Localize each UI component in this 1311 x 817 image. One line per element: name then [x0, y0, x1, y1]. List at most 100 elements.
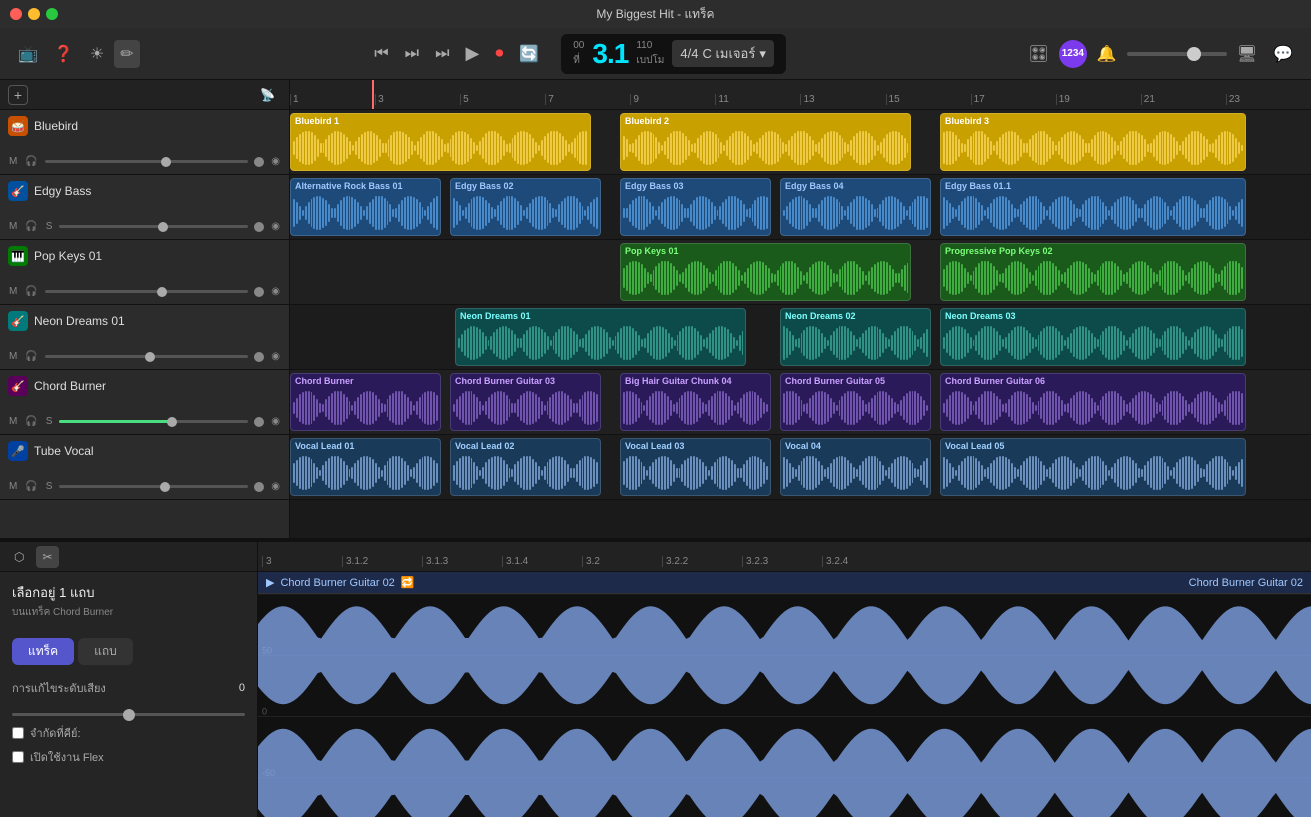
pan-btn-chord-burner[interactable]: ◉	[270, 415, 281, 428]
pencil-button[interactable]: ✏	[114, 40, 139, 68]
bell-button[interactable]: 🔔	[1091, 40, 1123, 68]
track-row-chord-burner[interactable]: Chord BurnerChord Burner Guitar 03 Big Ha…	[290, 370, 1311, 435]
pan-knob-edgy-bass[interactable]	[254, 222, 264, 232]
headphone-icon-edgy-bass[interactable]: 🎧	[24, 220, 38, 233]
flex-key-checkbox[interactable]	[12, 727, 24, 739]
pan-btn-neon-dreams[interactable]: ◉	[270, 350, 281, 363]
clip[interactable]: Chord Burner	[290, 373, 441, 431]
solo-button-tube-vocal[interactable]: S	[45, 480, 54, 493]
clip[interactable]: Edgy Bass 04	[780, 178, 931, 236]
track-row-neon-dreams[interactable]: Neon Dreams 01 Neon Dreams 02Neon Dreams …	[290, 305, 1311, 370]
clip[interactable]: Alternative Rock Bass 01	[290, 178, 441, 236]
clip[interactable]: Vocal Lead 03	[620, 438, 771, 496]
ruler-mark: 15	[886, 94, 971, 105]
headphone-icon-pop-keys[interactable]: 🎧	[24, 285, 38, 298]
maximize-button[interactable]	[46, 8, 58, 20]
volume-slider-pop-keys[interactable]	[45, 290, 248, 293]
clip[interactable]: Neon Dreams 02	[780, 308, 931, 366]
master-volume-slider[interactable]	[1127, 52, 1227, 56]
play-button[interactable]: ▶	[459, 39, 485, 68]
pan-knob-chord-burner[interactable]	[254, 417, 264, 427]
track-row-edgy-bass[interactable]: Alternative Rock Bass 01Edgy Bass 02 Edgy…	[290, 175, 1311, 240]
add-track-button[interactable]: +	[8, 85, 28, 105]
tracks-content[interactable]: Bluebird 1Bluebird 2Bluebird 3Alternativ…	[290, 110, 1311, 526]
fast-forward-button[interactable]: ⏭	[399, 41, 425, 67]
gain-value: 0	[239, 682, 245, 694]
waveform-display: ▶ Chord Burner Guitar 02 🔁 Chord Burner …	[258, 572, 1311, 817]
pan-btn-tube-vocal[interactable]: ◉	[270, 480, 281, 493]
solo-button-edgy-bass[interactable]: S	[45, 220, 54, 233]
cycle-button[interactable]: 🔄	[513, 40, 545, 68]
clip[interactable]: Vocal Lead 05	[940, 438, 1246, 496]
pan-knob-neon-dreams[interactable]	[254, 352, 264, 362]
mute-button-pop-keys[interactable]: M	[8, 285, 18, 298]
pan-btn-edgy-bass[interactable]: ◉	[270, 220, 281, 233]
time-signature[interactable]: 4/4 C เมเจอร์ ▾	[672, 40, 773, 67]
headphone-icon-tube-vocal[interactable]: 🎧	[24, 480, 38, 493]
tracks-toolbar: + 📡	[0, 80, 289, 110]
pan-btn-bluebird[interactable]: ◉	[270, 155, 281, 168]
solo-button-chord-burner[interactable]: S	[45, 415, 54, 428]
clip[interactable]: Chord Burner Guitar 03	[450, 373, 601, 431]
mute-button-edgy-bass[interactable]: M	[8, 220, 18, 233]
smart-controls-button[interactable]: 📡	[254, 84, 281, 106]
minimize-button[interactable]	[28, 8, 40, 20]
monitor-button[interactable]: 📺	[12, 40, 44, 68]
record-button[interactable]: ⏺	[489, 41, 509, 67]
avatar-button[interactable]: 1234	[1059, 40, 1087, 68]
volume-slider-edgy-bass[interactable]	[59, 225, 248, 228]
clip[interactable]: Progressive Pop Keys 02	[940, 243, 1246, 301]
pan-knob-pop-keys[interactable]	[254, 287, 264, 297]
clip[interactable]: Bluebird 2	[620, 113, 911, 171]
pan-btn-pop-keys[interactable]: ◉	[270, 285, 281, 298]
pan-knob-bluebird[interactable]	[254, 157, 264, 167]
clip[interactable]: Edgy Bass 02	[450, 178, 601, 236]
clip[interactable]: Neon Dreams 03	[940, 308, 1246, 366]
monitor-right-button[interactable]: 🖥	[1231, 40, 1263, 68]
mute-button-bluebird[interactable]: M	[8, 155, 18, 168]
close-button[interactable]	[10, 8, 22, 20]
clip[interactable]: Big Hair Guitar Chunk 04	[620, 373, 771, 431]
settings-button[interactable]: ☀	[84, 40, 110, 68]
volume-slider-chord-burner[interactable]	[59, 420, 248, 423]
clip[interactable]: Edgy Bass 03	[620, 178, 771, 236]
track-row-tube-vocal[interactable]: Vocal Lead 01Vocal Lead 02Vocal Lead 03V…	[290, 435, 1311, 500]
skip-back-button[interactable]: ⏭	[429, 41, 455, 67]
clip-label: Chord Burner Guitar 06	[941, 374, 1245, 388]
track-row-pop-keys[interactable]: Pop Keys 01 Progressive Pop Keys 02	[290, 240, 1311, 305]
scissors-icon[interactable]: ✂	[36, 546, 58, 568]
volume-slider-bluebird[interactable]	[45, 160, 248, 163]
clip[interactable]: Vocal 04	[780, 438, 931, 496]
pan-knob-tube-vocal[interactable]	[254, 482, 264, 492]
gain-slider[interactable]	[12, 713, 245, 716]
track-row-bluebird[interactable]: Bluebird 1 Bluebird 2 Bluebird 3	[290, 110, 1311, 175]
headphone-icon-chord-burner[interactable]: 🎧	[24, 415, 38, 428]
clip[interactable]: Edgy Bass 01.1	[940, 178, 1246, 236]
clip[interactable]: Neon Dreams 01	[455, 308, 746, 366]
clip[interactable]: Chord Burner Guitar 06	[940, 373, 1246, 431]
tab-track[interactable]: แทร็ค	[12, 638, 74, 665]
volume-slider-tube-vocal[interactable]	[59, 485, 248, 488]
headphone-icon-bluebird[interactable]: 🎧	[24, 155, 38, 168]
volume-slider-neon-dreams[interactable]	[45, 355, 248, 358]
clip[interactable]: Pop Keys 01	[620, 243, 911, 301]
clip[interactable]: Bluebird 1	[290, 113, 591, 171]
mute-button-neon-dreams[interactable]: M	[8, 350, 18, 363]
clip[interactable]: Chord Burner Guitar 05	[780, 373, 931, 431]
clip[interactable]: Vocal Lead 01	[290, 438, 441, 496]
headphone-icon-neon-dreams[interactable]: 🎧	[24, 350, 38, 363]
clip[interactable]: Bluebird 3	[940, 113, 1246, 171]
help-button[interactable]: ❓	[48, 40, 80, 68]
mute-button-tube-vocal[interactable]: M	[8, 480, 18, 493]
mixer-button[interactable]: 🎛	[1023, 40, 1055, 68]
smartcontrols-icon[interactable]: ⬡	[8, 546, 30, 568]
tab-region[interactable]: แถบ	[78, 638, 133, 665]
rewind-button[interactable]: ⏮	[368, 41, 394, 67]
clip[interactable]: Vocal Lead 02	[450, 438, 601, 496]
horizontal-scrollbar[interactable]	[290, 526, 1311, 538]
flex-enable-checkbox[interactable]	[12, 751, 24, 763]
chat-button[interactable]: 💬	[1267, 40, 1299, 68]
mute-button-chord-burner[interactable]: M	[8, 415, 18, 428]
bottom-panel-right: 33.1.23.1.33.1.43.23.2.23.2.33.2.4 ▶ Cho…	[258, 542, 1311, 817]
window-title: My Biggest Hit - แทร็ค	[596, 5, 714, 24]
